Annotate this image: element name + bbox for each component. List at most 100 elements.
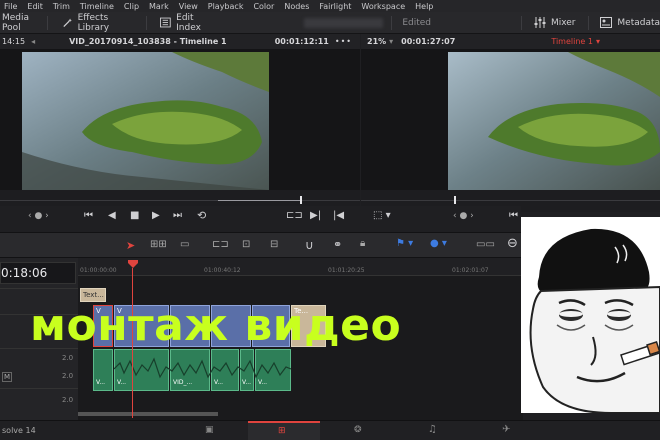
edit-page-icon: ⊞ [278,426,286,436]
clip-label: V... [96,379,106,386]
marker-icon[interactable]: ● ▾ [430,238,447,249]
blade-tool-icon[interactable]: ▭ [180,239,189,250]
ruler-tick-label: 01:02:01:07 [452,267,489,274]
timeline-current-timecode: 0:18:06 [0,262,76,284]
jump-end-icon[interactable]: ⏭ [173,210,182,221]
menu-help[interactable]: Help [415,2,433,11]
timeline-transport: ⬚ ▾ ‹ ● › ⏮ [361,206,521,230]
source-left-timecode: 14:15 [2,37,26,46]
edited-status: Edited [402,17,432,28]
media-pool-button[interactable]: Media Pool [0,13,47,33]
playhead-marker[interactable] [300,196,302,204]
mark-in-icon[interactable]: ▶| [310,210,321,221]
match-frame-icon[interactable]: ⊏⊐ [286,210,303,221]
chevron-down-icon[interactable]: ▾ [596,37,600,46]
menu-nodes[interactable]: Nodes [284,2,309,11]
mixer-button[interactable]: Mixer [522,17,576,28]
edit-page-tab[interactable]: ⊞ [248,421,320,440]
play-icon[interactable]: ▶ [152,210,160,221]
timeline-name[interactable]: Timeline 1 [551,37,593,46]
insert-clip-icon[interactable]: ⊏⊐ [212,239,229,250]
overwrite-clip-icon[interactable]: ⊡ [242,239,250,250]
menu-edit[interactable]: Edit [27,2,43,11]
metadata-button[interactable]: Metadata [588,17,660,28]
menu-clip[interactable]: Clip [124,2,139,11]
zoom-out-icon[interactable]: ⊖ [507,236,518,251]
zoom-fit-icon[interactable]: ▭▭ [476,239,495,250]
menu-timeline[interactable]: Timeline [80,2,114,11]
mute-button[interactable]: M [2,372,12,382]
color-page-icon[interactable]: ❂ [354,425,362,435]
magic-wand-icon [63,18,72,27]
overlay-title-text: монтаж видео [30,300,402,351]
in-out-range [218,200,300,201]
metadata-icon [600,17,613,28]
replace-clip-icon[interactable]: ⊟ [270,239,278,250]
track-divider [0,288,78,289]
selection-tool-icon[interactable]: ➤ [126,239,135,252]
playhead-marker[interactable] [454,196,456,204]
track-level: 2.0 [62,354,74,362]
chevron-left-icon[interactable]: ◂ [31,37,35,46]
playhead-handle[interactable] [128,260,138,268]
source-viewer[interactable] [0,50,360,190]
meme-face-image [521,217,660,414]
media-pool-label: Media Pool [2,12,30,33]
track-level: 2.0 [62,372,74,380]
jog-control-icon[interactable]: ‹ ● › [453,211,474,221]
ruler-tick-label: 01:00:00:00 [80,267,117,274]
ruler-tick-label: 01:01:20:25 [328,267,365,274]
timeline-ruler[interactable]: 01:00:00:00 01:00:40:12 01:01:20:25 01:0… [78,258,523,276]
effects-library-button[interactable]: Effects Library [48,13,146,33]
audio-waveform [114,357,291,379]
timeline-duration: 00:01:27:07 [401,37,456,46]
play-reverse-icon[interactable]: ◀ [108,210,116,221]
menu-file[interactable]: File [4,2,17,11]
loop-icon[interactable]: ⟲ [197,209,206,222]
toolbar-divider [391,15,393,30]
mixer-label: Mixer [550,17,576,28]
chevron-down-icon[interactable]: ▾ [389,37,393,46]
menu-playback[interactable]: Playback [208,2,244,11]
media-page-icon[interactable]: ▣ [205,425,214,435]
ruler-tick-label: 01:00:40:12 [204,267,241,274]
jump-start-icon[interactable]: ⏮ [84,210,93,221]
timeline-toolbar: ➤ ⊞⊞ ▭ ⊏⊐ ⊡ ⊟ ∪ ⚭ 🔒︎ ⚑ ▾ ● ▾ ▭▭ ⊖ [0,232,525,258]
mixer-icon [534,17,546,28]
source-transport: ‹ ● › ⏮ ◀ ■ ▶ ⏭ ⟲ ⊏⊐ ▶| |◀ [0,206,360,230]
menu-trim[interactable]: Trim [53,2,70,11]
menu-color[interactable]: Color [253,2,274,11]
source-video-frame [22,52,269,190]
trim-tool-icon[interactable]: ⊞⊞ [150,239,167,250]
menu-fairlight[interactable]: Fairlight [319,2,351,11]
source-timecode: 00:01:12:11 [274,37,329,46]
source-viewer-header: 14:15 ◂ VID_20170914_103838 - Timeline 1… [0,34,360,50]
menu-bar: File Edit Trim Timeline Clip Mark View P… [0,0,660,12]
deliver-page-icon[interactable]: ✈ [502,424,510,435]
flag-icon[interactable]: ⚑ ▾ [396,238,413,249]
snapping-icon[interactable]: ∪ [305,238,314,252]
jog-control-icon[interactable]: ‹ ● › [28,211,49,221]
page-navigation-bar: solve 14 ▣ ⊞ ❂ ♫ ✈ [0,420,660,440]
timeline-viewer-header: 21% ▾ 00:01:27:07 Timeline 1 ▾ [361,34,660,50]
scrub-track [361,200,660,201]
scrub-track [0,200,360,201]
timeline-scrollbar[interactable] [78,412,218,416]
zoom-level[interactable]: 21% [367,37,386,46]
track-divider [0,388,78,389]
audio-clip[interactable]: V... [93,349,113,391]
fairlight-page-icon[interactable]: ♫ [428,424,437,435]
jump-start-icon[interactable]: ⏮ [509,210,518,221]
menu-workspace[interactable]: Workspace [361,2,405,11]
edit-index-button[interactable]: Edit Index [146,13,226,33]
lock-icon[interactable]: 🔒︎ [360,238,365,249]
menu-mark[interactable]: Mark [149,2,169,11]
timeline-viewer[interactable] [361,50,660,190]
menu-view[interactable]: View [179,2,198,11]
mark-out-icon[interactable]: |◀ [333,210,344,221]
more-options-icon[interactable]: ••• [335,37,352,46]
link-icon[interactable]: ⚭ [333,238,342,251]
app-name: solve 14 [2,426,36,435]
crop-icon[interactable]: ⬚ ▾ [373,210,391,221]
stop-icon[interactable]: ■ [130,210,139,221]
